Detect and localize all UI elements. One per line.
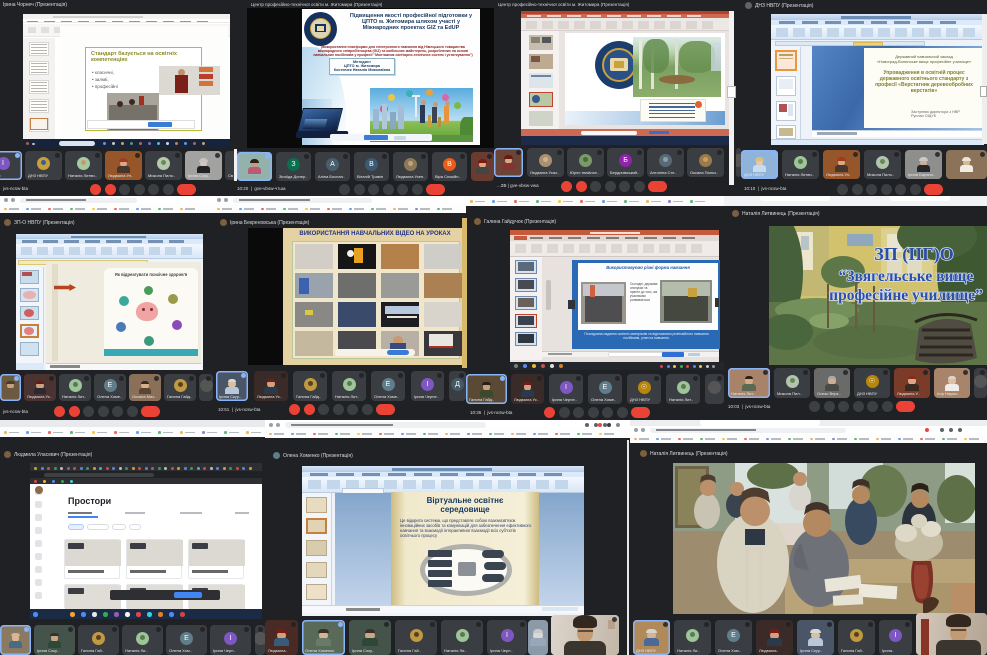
svg-text:“Звягельське вище: “Звягельське вище xyxy=(839,268,974,285)
svg-text:професійне училище”: професійне училище” xyxy=(829,287,983,304)
svg-text:ЗП (ІІГ)О: ЗП (ІІГ)О xyxy=(874,244,953,265)
